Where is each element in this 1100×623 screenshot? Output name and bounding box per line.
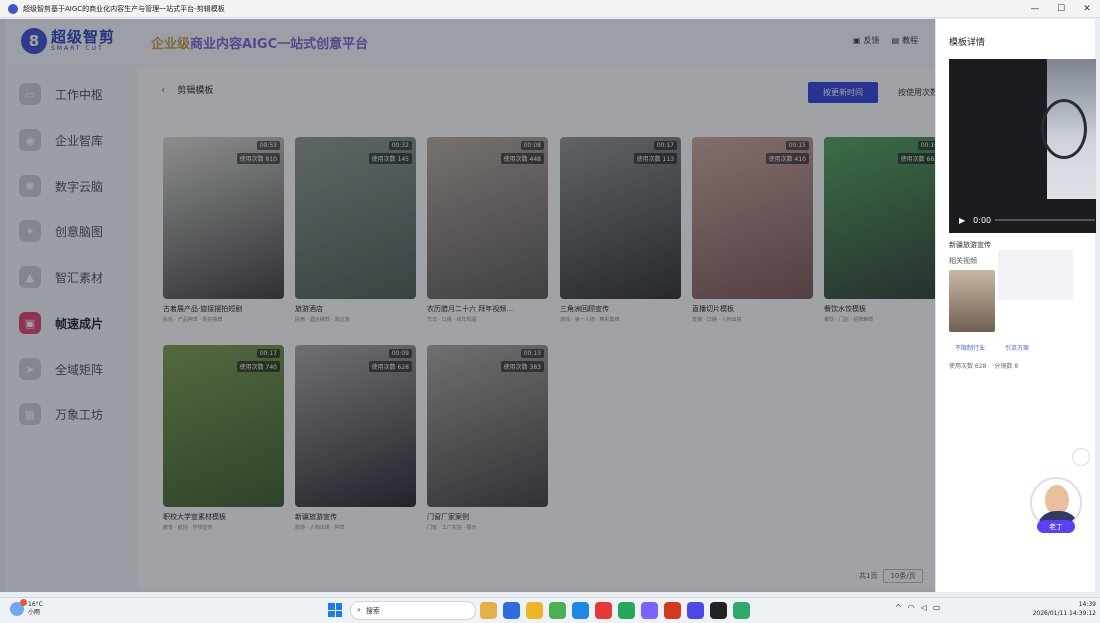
video-progress-bar[interactable] [995, 219, 1095, 221]
window-title-bar: 超级智剪基于AIGC的商业化内容生产与管理一站式平台-剪辑模板 — ☐ ✕ [0, 0, 1100, 18]
related-video-thumbnail[interactable] [949, 270, 995, 332]
clock-time: 14:39 [1078, 601, 1096, 608]
search-placeholder: 搜索 [365, 606, 380, 615]
app-icon [8, 3, 18, 14]
clock-date: 2026/01/11 14:39:12 [1032, 610, 1096, 617]
pinned-app-icon[interactable] [687, 602, 704, 619]
template-stats: 使用次数 628 分镜数 8 [949, 361, 1018, 370]
modal-overlay[interactable] [0, 19, 935, 592]
weather-temp: 16°C [28, 601, 43, 608]
pinned-app-icon[interactable] [526, 602, 543, 619]
drawer-title: 模板详情 [949, 38, 986, 48]
weather-widget[interactable]: 16°C 小雨 [10, 599, 43, 617]
notification-badge [20, 599, 27, 606]
video-player[interactable]: ▶ 0:00 [949, 59, 1096, 233]
assistant-mini-avatar[interactable] [1072, 448, 1090, 466]
pinned-app-icon[interactable] [664, 602, 681, 619]
desktop: 超级智剪基于AIGC的商业化内容生产与管理一站式平台-剪辑模板 — ☐ ✕ 8 … [0, 0, 1100, 623]
pinned-app-icon[interactable] [710, 602, 727, 619]
weather-desc: 小雨 [28, 609, 41, 616]
pinned-app-icon[interactable] [733, 602, 750, 619]
pinned-apps [480, 602, 750, 619]
system-tray: ^ ◠ ◁ ▭ [895, 603, 940, 612]
play-icon[interactable]: ▶ [959, 216, 965, 225]
shot-count: 分镜数 8 [994, 363, 1019, 370]
wifi-icon[interactable]: ◠ [908, 603, 915, 612]
pinned-app-icon[interactable] [641, 602, 658, 619]
pinned-app-icon[interactable] [480, 602, 497, 619]
weather-icon [10, 599, 27, 616]
taskbar: 16°C 小雨 ⌕ 搜索 ^ ◠ ◁ ▭ 14:39 2026/01/11 14:… [0, 597, 1100, 623]
related-videos-label: 相关视频 [949, 257, 977, 265]
pinned-app-icon[interactable] [595, 602, 612, 619]
battery-icon[interactable]: ▭ [933, 603, 941, 612]
pinned-app-icon[interactable] [572, 602, 589, 619]
chevron-up-icon[interactable]: ^ [895, 603, 902, 612]
tag[interactable]: 引流方案 [1005, 343, 1029, 352]
assistant-name-badge[interactable]: 老丁 [1037, 520, 1075, 533]
search-icon: ⌕ [357, 606, 361, 614]
pinned-app-icon[interactable] [549, 602, 566, 619]
ring-light-shape [1041, 99, 1087, 159]
pinned-app-icon[interactable] [618, 602, 635, 619]
tag[interactable]: 不限制行业 [955, 343, 985, 352]
start-button[interactable] [328, 603, 342, 617]
template-name: 新疆旅游宣传 [949, 241, 991, 249]
volume-icon[interactable]: ◁ [921, 603, 927, 612]
close-button[interactable]: ✕ [1074, 0, 1100, 18]
use-count: 使用次数 628 [949, 363, 987, 370]
related-placeholder [998, 250, 1073, 300]
window-title: 超级智剪基于AIGC的商业化内容生产与管理一站式平台-剪辑模板 [23, 4, 225, 13]
maximize-button[interactable]: ☐ [1048, 0, 1074, 18]
clock[interactable]: 14:39 2026/01/11 14:39:12 [1024, 600, 1096, 618]
minimize-button[interactable]: — [1022, 0, 1048, 18]
taskbar-search[interactable]: ⌕ 搜索 [350, 601, 476, 620]
video-time: 0:00 [973, 215, 992, 225]
pinned-app-icon[interactable] [503, 602, 520, 619]
tag-list: 不限制行业 引流方案 [955, 343, 1029, 352]
